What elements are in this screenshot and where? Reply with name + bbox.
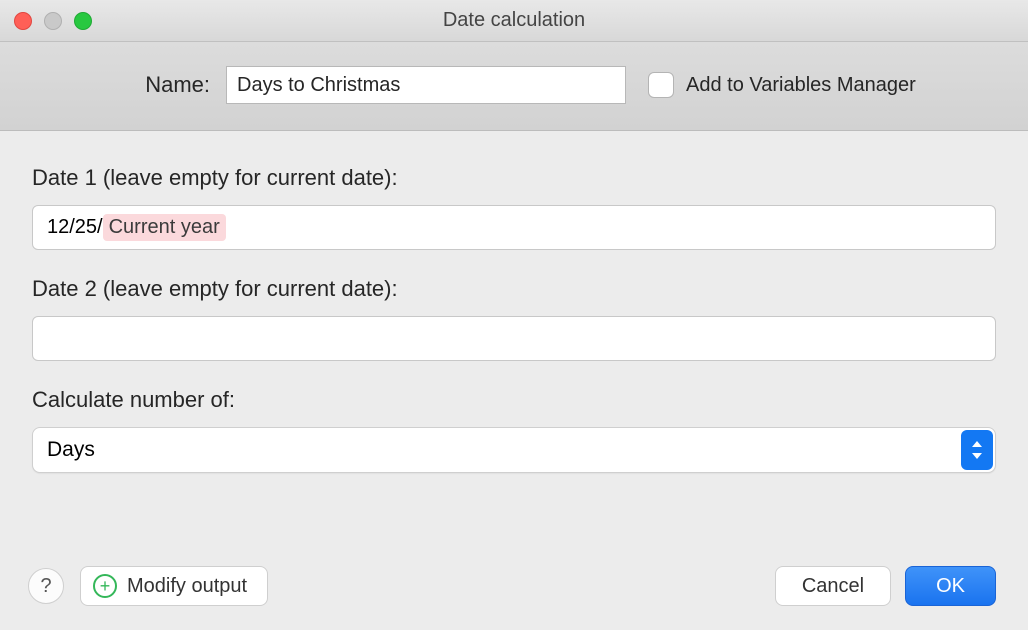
date2-input[interactable] xyxy=(32,316,996,361)
date1-input[interactable]: 12/25/ Current year xyxy=(32,205,996,250)
date1-token-current-year[interactable]: Current year xyxy=(103,214,226,241)
content: Date 1 (leave empty for current date): 1… xyxy=(0,131,1028,473)
titlebar: Date calculation xyxy=(0,0,1028,42)
name-input[interactable] xyxy=(226,66,626,104)
modify-output-label: Modify output xyxy=(127,575,247,598)
minimize-window-icon[interactable] xyxy=(44,12,62,30)
modify-output-button[interactable]: + Modify output xyxy=(80,566,268,606)
cancel-button[interactable]: Cancel xyxy=(775,566,891,606)
window-title: Date calculation xyxy=(443,9,585,32)
date2-label: Date 2 (leave empty for current date): xyxy=(32,276,996,302)
add-to-vars-wrap[interactable]: Add to Variables Manager xyxy=(648,72,916,98)
add-to-vars-checkbox[interactable] xyxy=(648,72,674,98)
calc-select-wrap[interactable]: Days xyxy=(32,427,996,473)
plus-circle-icon: + xyxy=(93,574,117,598)
help-icon: ? xyxy=(40,575,51,598)
zoom-window-icon[interactable] xyxy=(74,12,92,30)
add-to-vars-label: Add to Variables Manager xyxy=(686,74,916,97)
close-window-icon[interactable] xyxy=(14,12,32,30)
calc-select[interactable]: Days xyxy=(32,427,996,473)
traffic-lights xyxy=(14,12,92,30)
date1-label: Date 1 (leave empty for current date): xyxy=(32,165,996,191)
header-strip: Name: Add to Variables Manager xyxy=(0,42,1028,131)
updown-icon[interactable] xyxy=(961,430,993,470)
ok-button[interactable]: OK xyxy=(905,566,996,606)
calc-label: Calculate number of: xyxy=(32,387,996,413)
help-button[interactable]: ? xyxy=(28,568,64,604)
name-label: Name: xyxy=(30,72,210,98)
footer: ? + Modify output Cancel OK xyxy=(0,566,1028,630)
date1-prefix: 12/25/ xyxy=(47,216,103,239)
calc-selected-value: Days xyxy=(47,438,95,462)
